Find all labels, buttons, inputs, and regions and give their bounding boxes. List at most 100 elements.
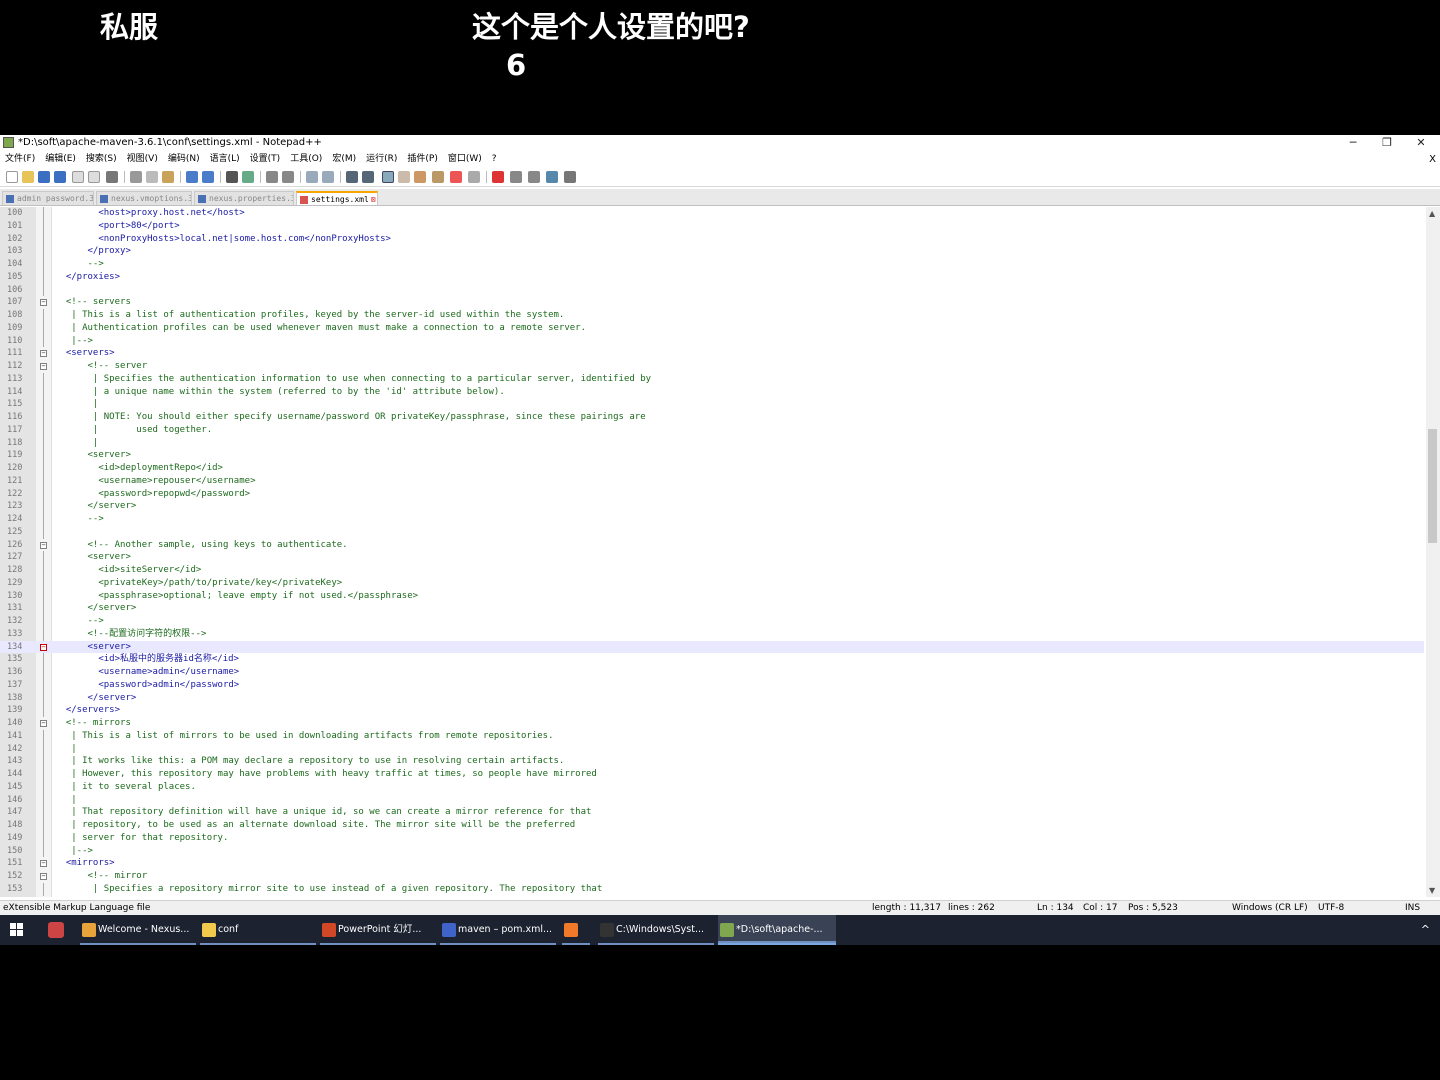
find-icon[interactable] [226, 171, 238, 183]
code-line[interactable]: 122 <password>repopwd</password> [0, 487, 1424, 501]
code-line[interactable]: 136 <username>admin</username> [0, 666, 1424, 679]
minimize-button[interactable]: ─ [1336, 135, 1370, 151]
fold-toggle-icon[interactable]: − [40, 720, 47, 727]
redo-icon[interactable] [202, 171, 214, 183]
menu-item[interactable]: 设置(T) [245, 152, 286, 167]
code-line[interactable]: 116 | NOTE: You should either specify us… [0, 411, 1424, 424]
taskbar-item[interactable]: C:\Windows\Syst... [598, 915, 714, 945]
code-line[interactable]: 127 <server> [0, 551, 1424, 564]
code-line[interactable]: 152 − <!-- mirror [0, 870, 1424, 883]
status-encoding[interactable]: UTF-8 [1318, 901, 1344, 916]
code-line[interactable]: 144 | However, this repository may have … [0, 768, 1424, 781]
code-line[interactable]: 129 <privateKey>/path/to/private/key</pr… [0, 576, 1424, 590]
word-wrap-icon[interactable] [346, 171, 358, 183]
menu-item[interactable]: 语言(L) [205, 152, 245, 167]
close-button[interactable]: ✕ [1404, 135, 1438, 151]
code-line[interactable]: 123 </server> [0, 500, 1424, 513]
status-eol[interactable]: Windows (CR LF) [1232, 901, 1308, 916]
code-line[interactable]: 135 <id>私服中的服务器id名称</id> [0, 653, 1424, 666]
scroll-up-icon[interactable]: ▲ [1429, 209, 1435, 218]
code-line[interactable]: 114 | a unique name within the system (r… [0, 385, 1424, 399]
taskbar-item[interactable]: maven – pom.xml... [440, 915, 556, 945]
code-line[interactable]: 107 − <!-- servers [0, 296, 1424, 309]
code-line[interactable]: 147 | That repository definition will ha… [0, 806, 1424, 819]
save-all-icon[interactable] [54, 171, 66, 183]
scrollbar-thumb[interactable] [1428, 429, 1437, 543]
menu-item[interactable]: 窗口(W) [443, 152, 487, 167]
code-line[interactable]: 111 − <servers> [0, 347, 1424, 360]
code-line[interactable]: 117 | used together. [0, 423, 1424, 437]
copy-icon[interactable] [146, 171, 158, 183]
windows-start-icon[interactable] [10, 923, 24, 937]
code-line[interactable]: 153 | Specifies a repository mirror site… [0, 882, 1424, 896]
code-editor[interactable]: 100 <host>proxy.host.net</host> 101 <port… [0, 207, 1440, 897]
close-document-button[interactable]: X [1429, 152, 1436, 167]
save-icon[interactable] [38, 171, 50, 183]
sync-vertical-icon[interactable] [306, 171, 318, 183]
code-line[interactable]: 151 − <mirrors> [0, 857, 1424, 870]
code-line[interactable]: 101 <port>80</port> [0, 219, 1424, 233]
cut-icon[interactable] [130, 171, 142, 183]
code-line[interactable]: 126 − <!-- Another sample, using keys to … [0, 539, 1424, 552]
sync-horizontal-icon[interactable] [322, 171, 334, 183]
menu-item[interactable]: 工具(O) [285, 152, 327, 167]
run-macro-multiple-icon[interactable] [546, 171, 558, 183]
menu-item[interactable]: 文件(F) [0, 152, 40, 167]
code-line[interactable]: 145 | it to several places. [0, 780, 1424, 794]
code-line[interactable]: 132 --> [0, 615, 1424, 628]
folder-workspace-icon[interactable] [432, 171, 444, 183]
code-line[interactable]: 113 | Specifies the authentication infor… [0, 372, 1424, 386]
undo-icon[interactable] [186, 171, 198, 183]
open-file-icon[interactable] [22, 171, 34, 183]
taskbar-item[interactable]: Welcome - Nexus... [80, 915, 196, 945]
code-line[interactable]: 103 </proxy> [0, 245, 1424, 258]
code-line[interactable]: 118 | [0, 436, 1424, 450]
tab-settings-xml[interactable]: settings.xml ⊠ [296, 191, 378, 205]
code-line[interactable]: 133 <!--配置访问字符的权限--> [0, 627, 1424, 641]
code-line[interactable]: 146 | [0, 793, 1424, 807]
app-launcher-icon[interactable] [48, 922, 64, 938]
menu-item[interactable]: 搜索(S) [81, 152, 122, 167]
code-line[interactable]: 137 <password>admin</password> [0, 678, 1424, 692]
monitor-icon[interactable] [450, 171, 462, 183]
taskbar-item[interactable] [562, 915, 590, 945]
tab-close-icon[interactable]: ⊠ [371, 195, 376, 204]
code-line[interactable]: 128 <id>siteServer</id> [0, 564, 1424, 577]
save-macro-icon[interactable] [564, 171, 576, 183]
code-line[interactable]: 148 | repository, to be used as an alter… [0, 819, 1424, 832]
tab-nexus-properties[interactable]: nexus.properties.3⊠ [194, 191, 294, 205]
menu-item[interactable]: ? [487, 152, 502, 167]
code-line[interactable]: 100 <host>proxy.host.net</host> [0, 207, 1424, 220]
print-icon[interactable] [106, 171, 118, 183]
code-line[interactable]: 109 | Authentication profiles can be use… [0, 321, 1424, 335]
code-line[interactable]: 138 </server> [0, 691, 1424, 705]
code-line[interactable]: 140 − <!-- mirrors [0, 717, 1424, 730]
code-line[interactable]: 102 <nonProxyHosts>local.net|some.host.c… [0, 232, 1424, 246]
play-macro-icon[interactable] [528, 171, 540, 183]
function-list-icon[interactable] [414, 171, 426, 183]
code-line[interactable]: 139 </servers> [0, 704, 1424, 717]
code-line[interactable]: 120 <id>deploymentRepo</id> [0, 462, 1424, 475]
taskbar-item[interactable]: conf [200, 915, 316, 945]
code-line[interactable]: 149 | server for that repository. [0, 831, 1424, 845]
fold-toggle-icon[interactable]: − [40, 299, 47, 307]
code-line[interactable]: 131 </server> [0, 602, 1424, 615]
taskbar-item[interactable]: PowerPoint 幻灯... [320, 915, 436, 945]
code-line[interactable]: 143 | It works like this: a POM may decl… [0, 755, 1424, 768]
code-line[interactable]: 121 <username>repouser</username> [0, 474, 1424, 488]
code-line[interactable]: 108 | This is a list of authentication p… [0, 309, 1424, 322]
menu-item[interactable]: 编辑(E) [40, 152, 81, 167]
menu-item[interactable]: 宏(M) [327, 152, 361, 167]
fold-toggle-icon[interactable]: − [40, 363, 47, 370]
tab-nexus-vmoptions[interactable]: nexus.vmoptions.3⊠ [96, 191, 192, 205]
menu-item[interactable]: 运行(R) [361, 152, 402, 167]
record-macro-icon[interactable] [492, 171, 504, 183]
code-line[interactable]: 124 --> [0, 513, 1424, 526]
maximize-button[interactable]: ❐ [1370, 135, 1404, 151]
fold-toggle-icon[interactable]: − [40, 643, 47, 651]
vertical-scrollbar[interactable]: ▲ ▼ [1426, 207, 1440, 897]
replace-icon[interactable] [242, 171, 254, 183]
show-all-chars-icon[interactable] [362, 171, 374, 183]
zoom-out-icon[interactable] [282, 171, 294, 183]
code-line[interactable]: 134 − <server> [0, 640, 1424, 654]
